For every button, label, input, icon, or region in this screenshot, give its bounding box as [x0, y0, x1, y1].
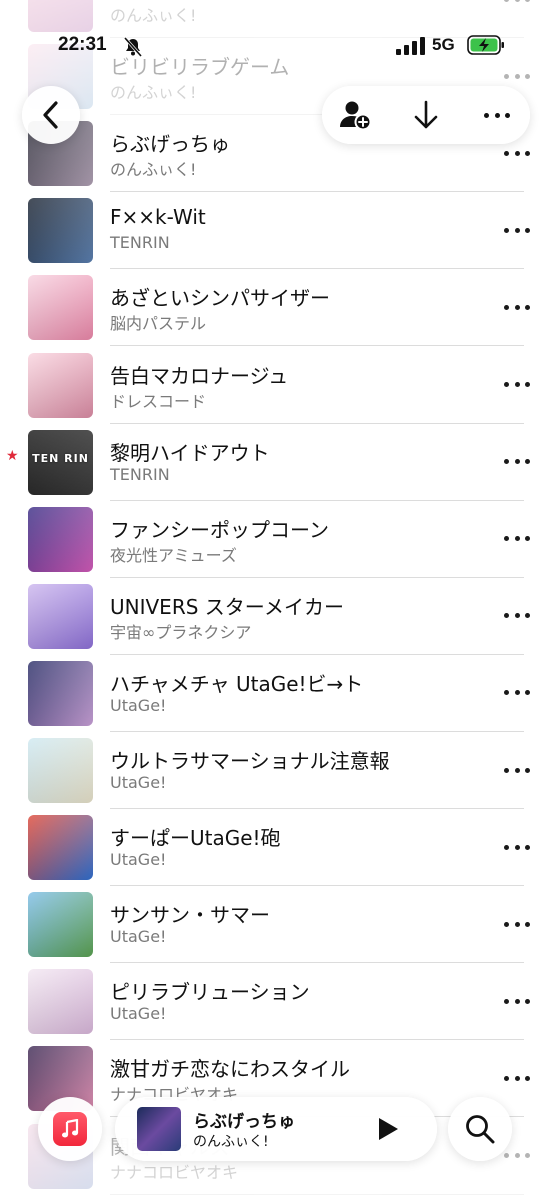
- song-more-button[interactable]: [504, 837, 530, 857]
- album-artwork: [28, 815, 93, 881]
- song-title: ウルトラサマーショナル注意報: [110, 749, 390, 773]
- album-artwork: [28, 738, 93, 803]
- ellipsis-icon: [484, 112, 510, 118]
- song-title: 黎明ハイドアウト: [110, 440, 270, 465]
- battery-charging-icon: [467, 35, 504, 55]
- back-button[interactable]: [22, 86, 80, 144]
- album-artwork: [28, 892, 93, 958]
- mini-player[interactable]: らぶげっちゅ のんふぃく!: [115, 1097, 437, 1161]
- status-time: 22:31: [58, 34, 107, 55]
- song-more-button[interactable]: [504, 66, 530, 86]
- song-more-button[interactable]: [504, 606, 530, 626]
- music-note-icon: [53, 1112, 87, 1146]
- now-playing-title: らぶげっちゅ: [193, 1112, 295, 1132]
- now-playing-artwork: [137, 1107, 181, 1151]
- song-row[interactable]: UNIVERS スターメイカー宇宙∞プラネクシア: [0, 578, 552, 655]
- song-more-button[interactable]: [504, 452, 530, 472]
- song-artist: UtaGe!: [110, 927, 167, 947]
- chevron-left-icon: [43, 101, 58, 129]
- person-add-icon: [340, 101, 372, 131]
- song-row[interactable]: ハチャメチャ UtaGe!ビ→ト UtaGe!: [0, 655, 552, 732]
- song-artist: のんふぃく!: [110, 6, 197, 25]
- song-more-button[interactable]: [504, 914, 530, 934]
- song-title: あざといシンパサイザー: [110, 286, 330, 311]
- song-artist: UtaGe!: [110, 695, 167, 715]
- song-more-button[interactable]: [504, 297, 530, 317]
- arrow-down-icon: [414, 100, 438, 129]
- song-artist: ドレスコード: [110, 391, 207, 411]
- music-app-button[interactable]: [38, 1097, 102, 1161]
- song-title: 告白マカロナージュ: [110, 363, 289, 388]
- album-artwork: [28, 660, 93, 726]
- song-more-button[interactable]: [504, 1068, 530, 1088]
- song-row[interactable]: ウルトラサマーショナル注意報 UtaGe!: [0, 732, 552, 809]
- now-playing-artist: のんふぃく!: [193, 1134, 269, 1150]
- song-row[interactable]: ファンシーポップコーン夜光性アミューズ: [0, 501, 552, 578]
- album-artwork: TEN RIN: [28, 429, 93, 495]
- network-type: 5G: [432, 35, 455, 54]
- song-row[interactable]: 告白マカロナージュドレスコード: [0, 347, 552, 424]
- song-more-button[interactable]: [504, 375, 530, 395]
- song-artist: 脳内パステル: [110, 314, 207, 334]
- row-divider: [110, 1193, 524, 1195]
- add-user-button[interactable]: [326, 86, 384, 144]
- song-more-button[interactable]: [504, 991, 530, 1011]
- song-artist: のんふぃく!: [110, 160, 197, 180]
- song-title: すーぱーUtaGe!砲: [110, 826, 281, 851]
- song-more-button[interactable]: [504, 760, 530, 780]
- album-artwork: [28, 198, 93, 264]
- song-artist: のんふぃく!: [110, 83, 197, 103]
- song-more-button[interactable]: [504, 529, 530, 549]
- song-artist: TENRIN: [110, 464, 170, 484]
- song-row[interactable]: あざといシンパサイザー脳内パステル: [0, 269, 552, 347]
- song-row[interactable]: TEN RIN ★ 黎明ハイドアウト TENRIN: [0, 424, 552, 501]
- song-title: らぶげっちゅ: [110, 132, 230, 157]
- song-artist: UtaGe!: [110, 850, 167, 870]
- song-row[interactable]: F××k-Wit TENRIN: [0, 192, 552, 270]
- song-artist: UtaGe!: [110, 773, 167, 792]
- status-bar: 22:31 5G: [0, 28, 552, 64]
- song-more-button[interactable]: [504, 143, 530, 163]
- song-title: 激甘ガチ恋なにわスタイル: [110, 1057, 350, 1082]
- song-title: F××k-Wit: [110, 205, 206, 230]
- playlist-actions: [322, 86, 530, 144]
- song-artist: ナナコロビヤオキ: [110, 1162, 239, 1182]
- album-artwork: [28, 275, 93, 341]
- song-title: ファンシーポップコーン: [110, 517, 329, 542]
- album-logo-text: TEN RIN: [32, 451, 89, 465]
- album-artwork: [28, 352, 93, 418]
- cellular-signal-icon: [396, 37, 425, 55]
- song-more-button[interactable]: [504, 1146, 530, 1166]
- song-artist: UtaGe!: [110, 1004, 167, 1024]
- song-title: サンサン・サマー: [110, 903, 270, 928]
- search-icon: [466, 1115, 495, 1144]
- song-row[interactable]: すーぱーUtaGe!砲 UtaGe!: [0, 809, 552, 887]
- album-artwork: [28, 583, 93, 649]
- song-more-button[interactable]: [504, 220, 530, 240]
- song-title: UNIVERS スターメイカー: [110, 594, 344, 619]
- download-button[interactable]: [397, 86, 455, 144]
- song-artist: TENRIN: [110, 233, 170, 253]
- song-artist: 夜光性アミューズ: [110, 545, 237, 565]
- song-artist: 宇宙∞プラネクシア: [110, 622, 252, 642]
- album-artwork: [28, 969, 93, 1035]
- song-row[interactable]: サンサン・サマー UtaGe!: [0, 886, 552, 964]
- song-title: ピリラブリューション: [110, 980, 310, 1005]
- song-more-button[interactable]: [504, 0, 530, 9]
- play-icon[interactable]: [373, 1115, 401, 1143]
- song-row[interactable]: ピリラブリューション UtaGe!: [0, 963, 552, 1041]
- bell-muted-icon: [123, 37, 143, 57]
- album-artwork: [28, 506, 93, 572]
- star-icon: ★: [6, 447, 19, 464]
- song-more-button[interactable]: [504, 683, 530, 703]
- song-title: ハチャメチャ UtaGe!ビ→ト: [110, 671, 364, 696]
- more-options-button[interactable]: [468, 86, 526, 144]
- search-button[interactable]: [448, 1097, 512, 1161]
